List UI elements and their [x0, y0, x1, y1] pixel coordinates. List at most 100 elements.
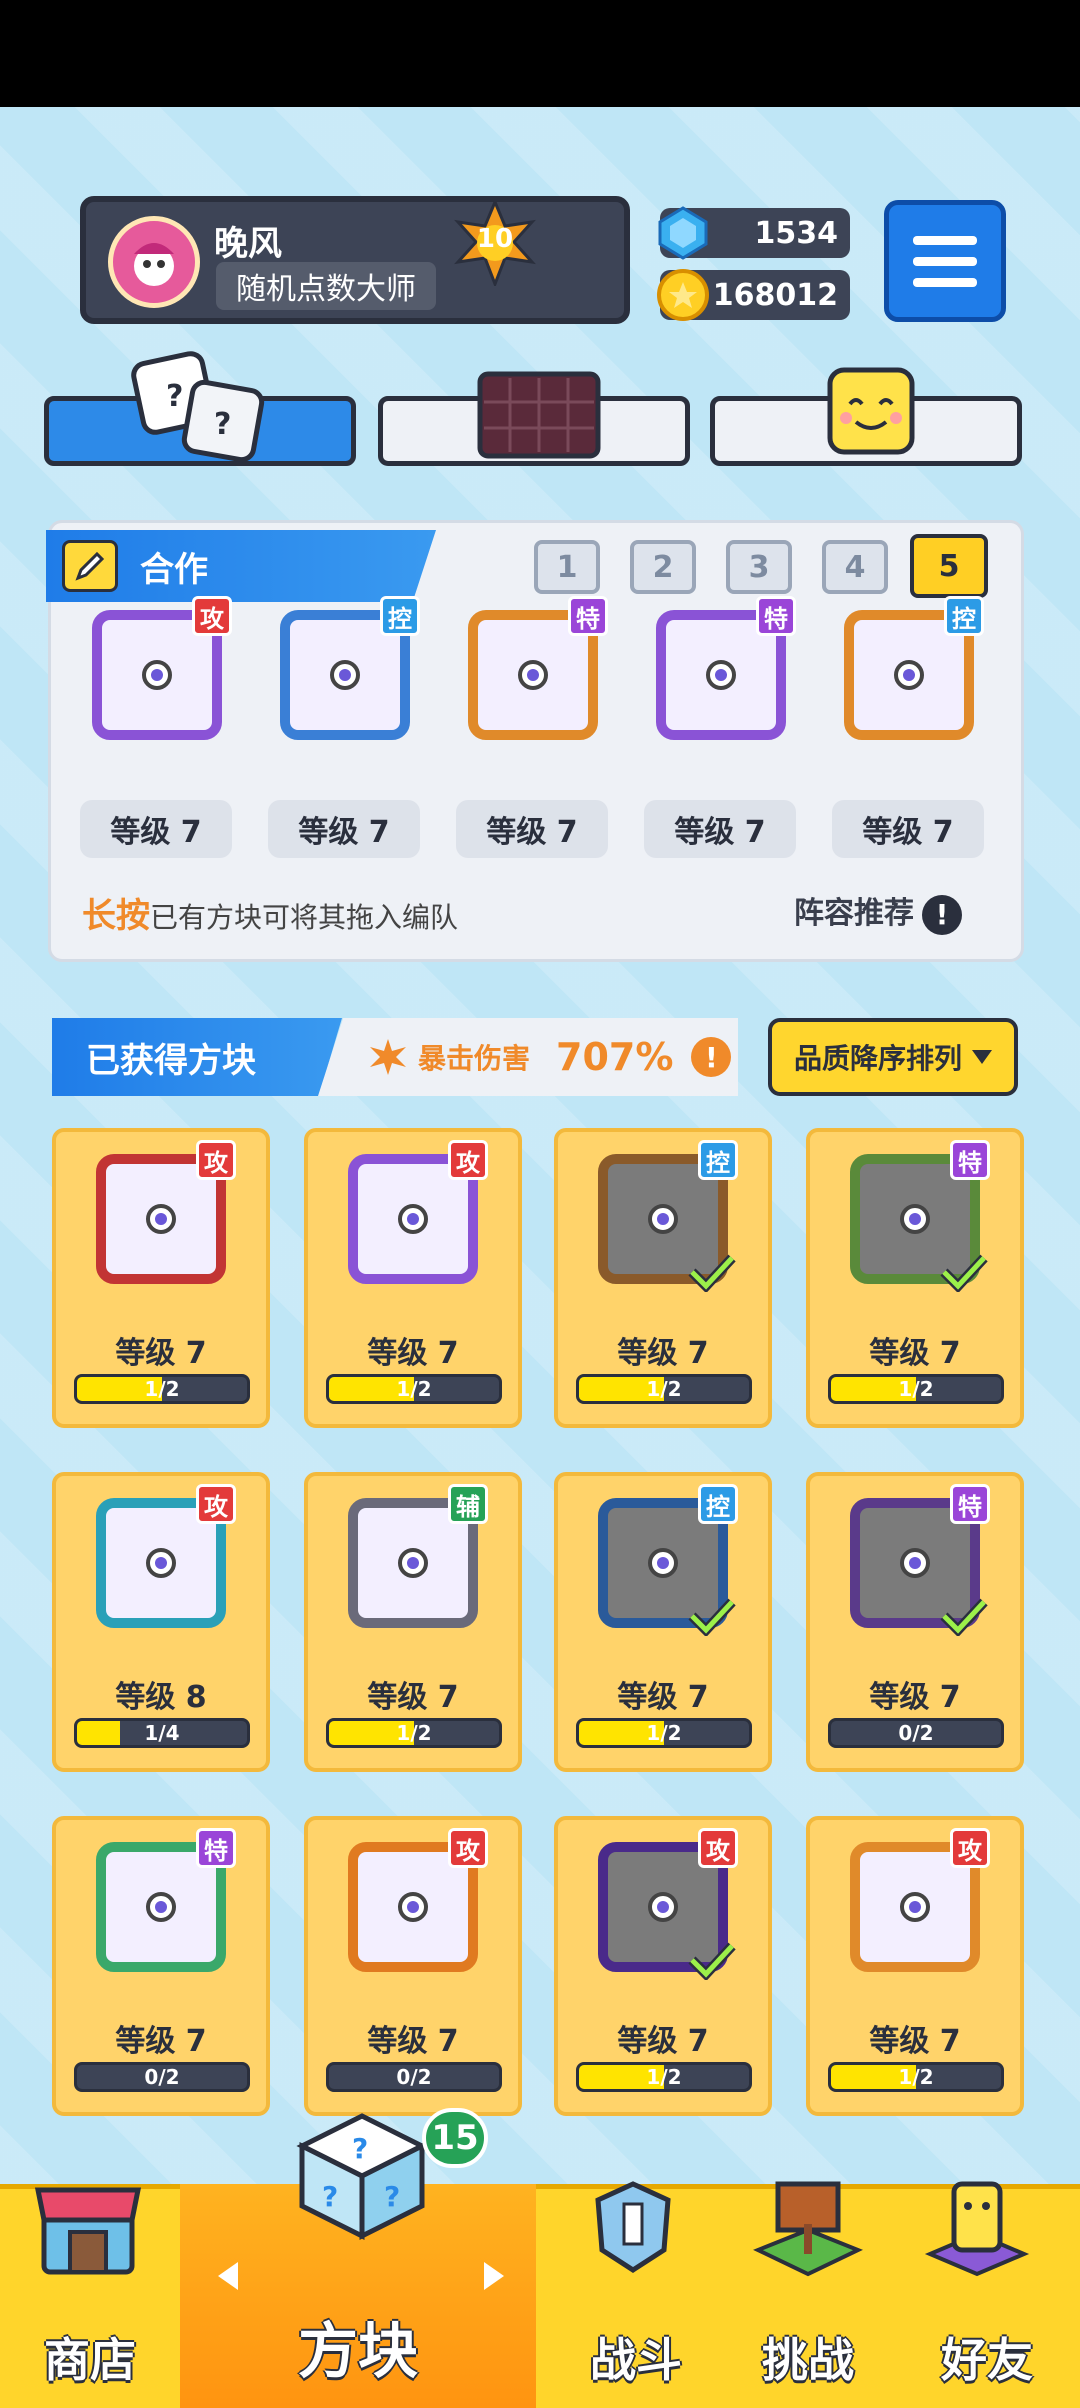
- owned-block-card[interactable]: 攻等级 7 1/2: [806, 1816, 1024, 2116]
- sort-dropdown[interactable]: 品质降序排列: [768, 1018, 1018, 1096]
- block-type-tag: 控: [698, 1484, 738, 1524]
- block-type-tag: 特: [950, 1140, 990, 1180]
- block-pip-icon: [894, 660, 924, 690]
- smiley-face-icon: [827, 367, 915, 455]
- team-block-level: 等级 7: [80, 800, 232, 858]
- crit-damage-label: 暴击伤害: [418, 1042, 531, 1075]
- block-type-tag: 特: [196, 1828, 236, 1868]
- team-block-slot[interactable]: 控: [834, 596, 984, 746]
- block-pip-icon: [330, 660, 360, 690]
- block-type-tag: 控: [944, 596, 984, 636]
- coin-counter[interactable]: 168012: [657, 269, 850, 321]
- chevron-down-icon: [972, 1050, 992, 1064]
- owned-block-card[interactable]: 攻等级 7 1/2: [52, 1128, 270, 1428]
- owned-block-card[interactable]: 攻等级 8 1/4: [52, 1472, 270, 1772]
- team-tab-2[interactable]: 2: [630, 540, 696, 594]
- player-level-badge: 10: [452, 198, 538, 289]
- board-icon: [477, 371, 601, 459]
- block-art: 特: [86, 1828, 236, 1978]
- gem-counter[interactable]: 1534: [658, 206, 850, 260]
- lineup-recommend-button[interactable]: 阵容推荐!: [794, 888, 962, 935]
- upgrade-progress-bar: 1/4: [74, 1718, 250, 1748]
- block-pip-icon: [398, 1204, 428, 1234]
- upgrade-progress-bar: 0/2: [828, 1718, 1004, 1748]
- check-icon: [688, 1598, 736, 1636]
- block-pip-icon: [146, 1892, 176, 1922]
- block-type-tag: 控: [698, 1140, 738, 1180]
- team-block-slot[interactable]: 控: [270, 596, 420, 746]
- progress-text: 1/2: [646, 1377, 682, 1401]
- progress-text: 1/2: [144, 1377, 180, 1401]
- block-pip-icon: [900, 1548, 930, 1578]
- team-tab-3[interactable]: 3: [726, 540, 792, 594]
- next-arrow-icon[interactable]: [484, 2262, 504, 2290]
- player-name: 晚风: [214, 224, 282, 264]
- team-block-slot[interactable]: 攻: [82, 596, 232, 746]
- nav-friends-label: 好友: [941, 2333, 1033, 2387]
- svg-text:?: ?: [166, 379, 183, 414]
- edit-team-button[interactable]: [62, 540, 118, 592]
- owned-block-card[interactable]: 特等级 7 0/2: [52, 1816, 270, 2116]
- block-type-tag: 攻: [196, 1140, 236, 1180]
- block-pip-icon: [398, 1548, 428, 1578]
- team-tab-5[interactable]: 5: [910, 534, 988, 598]
- block-type-tag: 攻: [448, 1828, 488, 1868]
- menu-button[interactable]: [884, 200, 1006, 322]
- block-pip-icon: [706, 660, 736, 690]
- upgrade-progress-bar: 1/2: [828, 1374, 1004, 1404]
- block-type-tag: 特: [756, 596, 796, 636]
- owned-block-card[interactable]: 攻等级 7 0/2: [304, 1816, 522, 2116]
- friends-icon: [924, 2181, 1030, 2277]
- owned-block-card[interactable]: 攻等级 7 1/2: [554, 1816, 772, 2116]
- gem-count: 1534: [754, 215, 839, 251]
- block-pip-icon: [648, 1892, 678, 1922]
- check-icon: [940, 1598, 988, 1636]
- pencil-icon: [75, 551, 105, 581]
- crit-info-icon: !: [691, 1037, 732, 1077]
- nav-challenge-label: 挑战: [762, 2333, 854, 2387]
- block-type-tag: 攻: [196, 1484, 236, 1524]
- player-title-badge: 随机点数大师: [216, 262, 436, 310]
- owned-block-card[interactable]: 控等级 7 1/2: [554, 1128, 772, 1428]
- block-art: 攻: [840, 1828, 990, 1978]
- block-level: 等级 7: [617, 2024, 709, 2059]
- block-type-tag: 特: [950, 1484, 990, 1524]
- block-level: 等级 7: [869, 1680, 961, 1715]
- block-pip-icon: [900, 1892, 930, 1922]
- team-tab-1[interactable]: 1: [534, 540, 600, 594]
- progress-text: 0/2: [396, 2065, 432, 2089]
- svg-text:?: ?: [352, 2132, 368, 2165]
- owned-block-card[interactable]: 控等级 7 1/2: [554, 1472, 772, 1772]
- status-bar: [0, 0, 1080, 107]
- team-block-slot[interactable]: 特: [458, 596, 608, 746]
- coin-icon: [657, 269, 709, 321]
- player-profile-card[interactable]: 晚风 随机点数大师: [80, 196, 630, 324]
- drag-hint: 长按已有方块可将其拖入编队: [82, 888, 458, 937]
- block-level: 等级 7: [869, 1336, 961, 1371]
- team-block-level: 等级 7: [644, 800, 796, 858]
- block-level: 等级 7: [869, 2024, 961, 2059]
- block-pip-icon: [146, 1204, 176, 1234]
- owned-block-card[interactable]: 特等级 7 1/2: [806, 1128, 1024, 1428]
- owned-block-card[interactable]: 攻等级 7 1/2: [304, 1128, 522, 1428]
- coin-count: 168012: [712, 277, 838, 313]
- block-art: 辅: [338, 1484, 488, 1634]
- owned-block-card[interactable]: 辅等级 7 1/2: [304, 1472, 522, 1772]
- crit-damage-box[interactable]: 暴击伤害 707% !: [318, 1018, 738, 1096]
- progress-text: 1/2: [898, 2065, 934, 2089]
- drag-hint-bold: 长按: [82, 896, 150, 936]
- avatar[interactable]: [108, 216, 200, 308]
- team-tab-4[interactable]: 4: [822, 540, 888, 594]
- progress-text: 1/2: [396, 1377, 432, 1401]
- upgrade-progress-bar: 1/2: [828, 2062, 1004, 2092]
- nav-blocks-label: 方块: [298, 2317, 418, 2387]
- block-art: 攻: [86, 1484, 236, 1634]
- prev-arrow-icon[interactable]: [218, 2262, 238, 2290]
- owned-block-card[interactable]: 特等级 7 0/2: [806, 1472, 1024, 1772]
- team-block-slot[interactable]: 特: [646, 596, 796, 746]
- block-pip-icon: [146, 1548, 176, 1578]
- challenge-icon: [753, 2181, 863, 2277]
- upgrade-progress-bar: 0/2: [74, 2062, 250, 2092]
- block-type-tag: 攻: [448, 1140, 488, 1180]
- progress-text: 1/2: [396, 1721, 432, 1745]
